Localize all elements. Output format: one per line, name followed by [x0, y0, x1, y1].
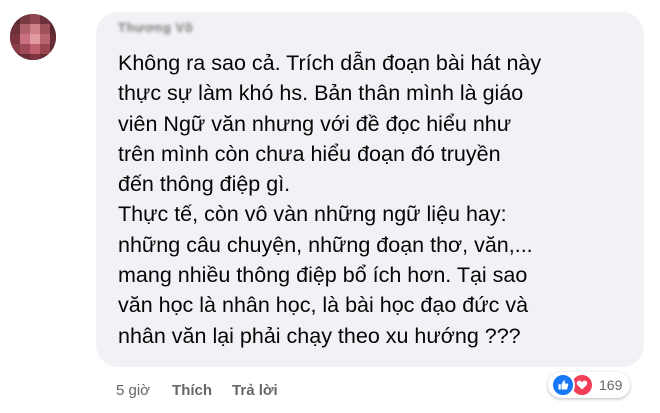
comment-line: mang nhiều thông điệp bổ ích hơn. Tại sa… — [118, 263, 528, 288]
avatar[interactable] — [10, 14, 56, 60]
comment-line: Không ra sao cả. Trích dẫn đoạn bài hát … — [118, 51, 542, 75]
comment-line: Thực tế, còn vô vàn những ngữ liệu hay: — [118, 202, 507, 227]
comment-line: viên Ngữ văn nhưng với đề đọc hiểu như — [118, 111, 512, 136]
comment-bubble: Thương Võ Không ra sao cả. Trích dẫn đoạ… — [96, 12, 644, 367]
reaction-count: 169 — [599, 377, 623, 393]
comment: Thương Võ Không ra sao cả. Trích dẫn đoạ… — [0, 0, 660, 413]
like-icon — [551, 373, 575, 397]
comment-line: thực sự làm khó hs. Bản thân mình là giá… — [118, 81, 524, 106]
reply-button[interactable]: Trả lời — [232, 382, 278, 399]
reactions-summary[interactable]: 169 — [548, 372, 631, 398]
comment-line: nhân văn lại phải chạy theo xu hướng ??? — [118, 323, 521, 348]
comment-actions: 5 giờ Thích Trả lời — [116, 380, 298, 400]
comment-line: những câu chuyện, những đoạn thơ, văn,..… — [118, 232, 533, 257]
author-name[interactable]: Thương Võ — [118, 20, 193, 35]
comment-line: trên mình còn chưa hiểu đoạn đó truyền — [118, 141, 501, 166]
comment-line: văn học là nhân học, là bài học đạo đức … — [118, 293, 529, 318]
like-button[interactable]: Thích — [172, 382, 212, 399]
comment-text: Không ra sao cả. Trích dẫn đoạn bài hát … — [118, 48, 638, 351]
timestamp-link[interactable]: 5 giờ — [116, 382, 150, 399]
comment-line: đến thông điệp gì. — [118, 172, 291, 197]
